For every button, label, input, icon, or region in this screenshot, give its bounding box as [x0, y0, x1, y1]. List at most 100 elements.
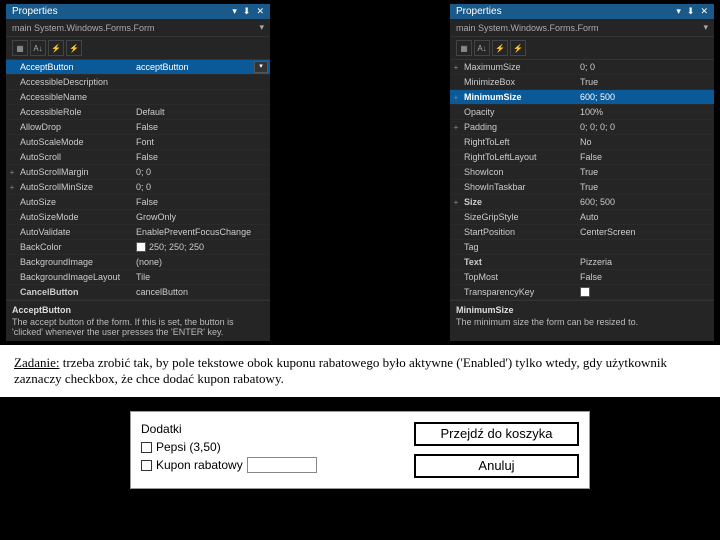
property-value[interactable]: False — [136, 197, 270, 207]
categorized-icon[interactable]: ▦ — [456, 40, 472, 56]
property-value[interactable]: 250; 250; 250 — [136, 242, 270, 252]
property-value[interactable]: 100% — [580, 107, 714, 117]
property-row[interactable]: AccessibleDescription — [6, 75, 270, 90]
property-value[interactable]: 0; 0 — [580, 62, 714, 72]
checkbox-pepsi[interactable] — [141, 442, 152, 453]
property-row[interactable]: ShowInTaskbarTrue — [450, 180, 714, 195]
dropdown-icon[interactable]: ▾ — [676, 6, 681, 17]
checkbox-coupon[interactable] — [141, 460, 152, 471]
expand-icon[interactable]: + — [450, 123, 462, 132]
property-row[interactable]: SizeGripStyleAuto — [450, 210, 714, 225]
property-row[interactable]: AcceptButtonacceptButton▾ — [6, 60, 270, 75]
events-icon[interactable]: ⚡ — [510, 40, 526, 56]
property-row[interactable]: AutoScrollFalse — [6, 150, 270, 165]
description-pane: MinimumSize The minimum size the form ca… — [450, 300, 714, 331]
property-row[interactable]: RightToLeftNo — [450, 135, 714, 150]
property-value[interactable]: Font — [136, 137, 270, 147]
property-row[interactable]: +MaximumSize0; 0 — [450, 60, 714, 75]
desc-title: AcceptButton — [12, 305, 264, 315]
property-row[interactable]: Opacity100% — [450, 105, 714, 120]
property-row[interactable]: +MinimumSize600; 500 — [450, 90, 714, 105]
addons-group: Dodatki Pepsi (3,50) Kupon rabatowy — [141, 422, 390, 478]
property-value[interactable]: True — [580, 182, 714, 192]
property-value[interactable]: Default — [136, 107, 270, 117]
property-row[interactable]: TransparencyKey — [450, 285, 714, 300]
pin-icon[interactable]: ⬇ — [687, 6, 695, 17]
property-name: AutoScrollMinSize — [18, 182, 136, 192]
property-name: StartPosition — [462, 227, 580, 237]
property-value[interactable]: EnablePreventFocusChange — [136, 227, 270, 237]
close-icon[interactable]: ✕ — [700, 6, 708, 17]
property-value[interactable]: False — [136, 152, 270, 162]
property-name: ShowIcon — [462, 167, 580, 177]
expand-icon[interactable]: + — [450, 198, 462, 207]
property-row[interactable]: +AutoScrollMargin0; 0 — [6, 165, 270, 180]
go-to-cart-button[interactable]: Przejdź do koszyka — [414, 422, 579, 446]
dropdown-icon[interactable]: ▾ — [254, 61, 268, 73]
property-value[interactable] — [580, 287, 714, 297]
properties-icon[interactable]: ⚡ — [492, 40, 508, 56]
property-value[interactable]: 0; 0 — [136, 167, 270, 177]
property-value[interactable]: Tile — [136, 272, 270, 282]
property-value[interactable]: (none) — [136, 257, 270, 267]
property-row[interactable]: RightToLeftLayoutFalse — [450, 150, 714, 165]
cancel-button[interactable]: Anuluj — [414, 454, 579, 478]
expand-icon[interactable]: + — [6, 168, 18, 177]
property-value[interactable]: 0; 0 — [136, 182, 270, 192]
property-value[interactable]: 600; 500 — [580, 197, 714, 207]
property-value[interactable]: Auto — [580, 212, 714, 222]
property-name: BackColor — [18, 242, 136, 252]
property-row[interactable]: Tag — [450, 240, 714, 255]
property-row[interactable]: +Padding0; 0; 0; 0 — [450, 120, 714, 135]
property-row[interactable]: TextPizzeria — [450, 255, 714, 270]
panel-toolbar: ▦ A↓ ⚡ ⚡ — [450, 37, 714, 60]
property-row[interactable]: CancelButtoncancelButton — [6, 285, 270, 300]
property-row[interactable]: BackColor250; 250; 250 — [6, 240, 270, 255]
events-icon[interactable]: ⚡ — [66, 40, 82, 56]
property-value[interactable]: CenterScreen — [580, 227, 714, 237]
expand-icon[interactable]: + — [450, 93, 462, 102]
object-selector[interactable]: main System.Windows.Forms.Form ▾ — [6, 19, 270, 37]
expand-icon[interactable]: + — [6, 183, 18, 192]
property-value[interactable]: cancelButton — [136, 287, 270, 297]
property-row[interactable]: ShowIconTrue — [450, 165, 714, 180]
property-value[interactable]: No — [580, 137, 714, 147]
expand-icon[interactable]: + — [450, 63, 462, 72]
property-row[interactable]: TopMostFalse — [450, 270, 714, 285]
alphabetical-icon[interactable]: A↓ — [474, 40, 490, 56]
property-value[interactable]: False — [580, 152, 714, 162]
property-value[interactable]: False — [136, 122, 270, 132]
object-selector[interactable]: main System.Windows.Forms.Form ▾ — [450, 19, 714, 37]
property-row[interactable]: AccessibleRoleDefault — [6, 105, 270, 120]
property-row[interactable]: AutoValidateEnablePreventFocusChange — [6, 225, 270, 240]
property-name: MinimumSize — [462, 92, 580, 102]
property-row[interactable]: BackgroundImage(none) — [6, 255, 270, 270]
property-value[interactable]: Pizzeria — [580, 257, 714, 267]
property-row[interactable]: AutoSizeFalse — [6, 195, 270, 210]
close-icon[interactable]: ✕ — [256, 6, 264, 17]
property-row[interactable]: +AutoScrollMinSize0; 0 — [6, 180, 270, 195]
property-value[interactable]: 600; 500 — [580, 92, 714, 102]
property-row[interactable]: BackgroundImageLayoutTile — [6, 270, 270, 285]
property-row[interactable]: AutoSizeModeGrowOnly — [6, 210, 270, 225]
property-row[interactable]: AccessibleName — [6, 90, 270, 105]
property-value[interactable]: 0; 0; 0; 0 — [580, 122, 714, 132]
property-row[interactable]: AllowDropFalse — [6, 120, 270, 135]
alphabetical-icon[interactable]: A↓ — [30, 40, 46, 56]
property-value[interactable]: acceptButton — [136, 62, 254, 72]
property-row[interactable]: MinimizeBoxTrue — [450, 75, 714, 90]
property-value[interactable]: GrowOnly — [136, 212, 270, 222]
categorized-icon[interactable]: ▦ — [12, 40, 28, 56]
property-row[interactable]: +Size600; 500 — [450, 195, 714, 210]
property-row[interactable]: StartPositionCenterScreen — [450, 225, 714, 240]
property-value[interactable]: False — [580, 272, 714, 282]
property-name: AutoSizeMode — [18, 212, 136, 222]
pin-icon[interactable]: ⬇ — [243, 6, 251, 17]
properties-icon[interactable]: ⚡ — [48, 40, 64, 56]
property-value[interactable]: True — [580, 77, 714, 87]
dropdown-icon[interactable]: ▾ — [232, 6, 237, 17]
coupon-input[interactable] — [247, 457, 317, 473]
property-row[interactable]: AutoScaleModeFont — [6, 135, 270, 150]
property-value[interactable]: True — [580, 167, 714, 177]
properties-panel-right: Properties ▾ ⬇ ✕ main System.Windows.For… — [450, 4, 714, 341]
